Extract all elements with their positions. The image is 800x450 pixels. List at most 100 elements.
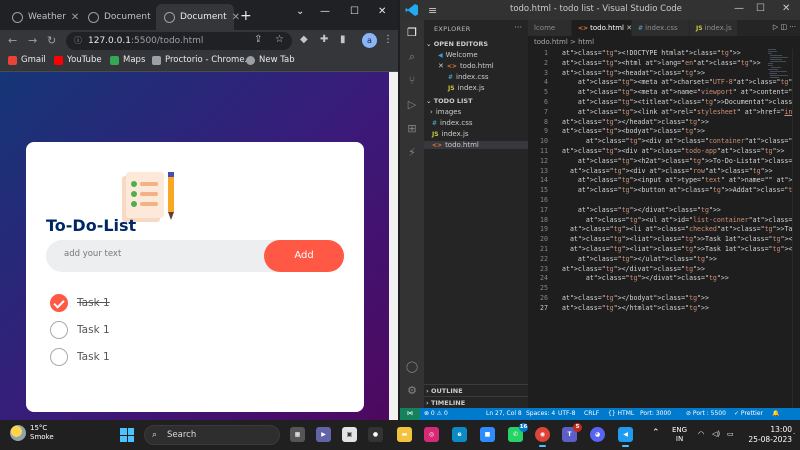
code-line[interactable]: 15 at">class="tg"><button at">class="tg"… [528,186,800,196]
bookmark-new-tab[interactable]: New Tab [246,55,295,65]
more-actions-icon[interactable]: ··· [514,23,522,32]
live-share-icon[interactable]: ⚡ [405,146,419,160]
tab-welcome[interactable]: lcome [528,20,572,36]
close-button[interactable]: ✕ [782,3,790,14]
store-icon[interactable]: ▣ [342,427,357,442]
prettier-status[interactable]: ✓ Prettier [734,410,763,417]
bookmark-proctorio[interactable]: Proctorio - Chrome... [152,55,253,65]
open-editor-todo-html[interactable]: ✕ <> todo.html [438,62,494,70]
task-item-checked[interactable]: Task 1 [50,293,110,313]
code-line[interactable]: 6 at">class="tg"><titleat">class="tg">>D… [528,98,800,108]
info-icon[interactable]: ⓘ [74,32,82,50]
code-editor[interactable]: 1 at">class="tg"><!DOCTYPE htmlat">class=… [528,49,800,314]
bookmark-star-icon[interactable]: ☆ [275,34,284,45]
back-icon[interactable]: ← [8,34,17,47]
code-line[interactable]: 9 at">class="tg"><bodyat">class="tg">> [528,127,800,137]
eol-status[interactable]: CRLF [584,410,599,417]
task-item[interactable]: Task 1 [50,320,110,340]
zoom-icon[interactable]: ■ [480,427,495,442]
extension-icon[interactable]: ◆ [300,34,308,45]
code-line[interactable]: 1 at">class="tg"><!DOCTYPE htmlat">class=… [528,49,800,59]
teams-icon[interactable]: T5 [562,423,582,442]
bookmark-gmail[interactable]: Gmail [8,55,46,65]
code-line[interactable]: 20 at">class="tg"><liat">class="tg">>Tas… [528,235,800,245]
tab-search-button[interactable]: ⌄ [296,6,304,17]
file-todo-html[interactable]: <> todo.html [424,141,528,149]
code-line[interactable]: 5 at">class="tg"><meta at">name="viewpor… [528,88,800,98]
source-control-icon[interactable]: ⑂ [405,74,419,88]
discord-icon[interactable]: ◕ [590,427,605,442]
minimap[interactable] [768,49,788,89]
instagram-icon[interactable]: ◎ [424,427,439,442]
encoding-status[interactable]: UTF-8 [558,410,576,417]
taskbar-search[interactable]: ⌕ Search [144,425,280,445]
bookmark-maps[interactable]: Maps [110,55,145,65]
tab-weather[interactable]: Weather ✕ [4,4,80,30]
code-line[interactable]: 12 at">class="tg"><h2at">class="tg">>To-… [528,157,800,167]
cursor-position[interactable]: Ln 27, Col 8 [486,410,522,417]
code-line[interactable]: 22 at">class="tg"></ulat">class="tg">> [528,255,800,265]
chrome-icon[interactable]: ◉ [535,427,550,447]
tab-document-active[interactable]: Document ✕ [156,4,240,30]
extensions-icon[interactable]: ⊞ [405,122,419,136]
code-line[interactable]: 10 at">class="tg"><div at">class="contai… [528,137,800,147]
open-editors-section[interactable]: ⌄ OPEN EDITORS [426,40,488,48]
editor-actions-icon[interactable]: ▷ ◫ ··· [773,23,796,31]
port-3000-status[interactable]: Port: 3000 [640,410,671,417]
wifi-icon[interactable]: ◠ [698,430,704,439]
settings-gear-icon[interactable]: ⚙ [405,384,419,398]
indentation-status[interactable]: Spaces: 4 [526,410,555,417]
battery-icon[interactable]: ▭ [727,430,734,439]
search-icon[interactable]: ⌕ [405,50,419,64]
problems-status[interactable]: ⊗ 0 ⚠ 0 [424,410,448,417]
code-line[interactable]: 23 at">class="tg"></divat">class="tg">> [528,265,800,275]
file-explorer-icon[interactable]: ▬ [397,427,412,442]
open-editor-index-js[interactable]: JS index.js [448,84,485,92]
puzzle-icon[interactable]: ✚ [320,34,328,45]
new-tab-button[interactable]: + [240,8,252,24]
menu-icon[interactable]: ⋮ [383,34,393,45]
language-mode[interactable]: {} HTML [608,410,634,417]
hamburger-menu-icon[interactable]: ≡ [428,4,437,17]
code-line[interactable]: 27 at">class="tg"></htmlat">class="tg">> [528,304,800,314]
code-line[interactable]: 24 at">class="tg"></divat">class="tg">> [528,274,800,284]
code-line[interactable]: 17 at">class="tg"></divat">class="tg">> [528,206,800,216]
close-button[interactable]: ✕ [378,6,386,17]
open-editor-welcome[interactable]: ◀ Welcome [438,51,478,59]
file-index-css[interactable]: # index.css [432,119,473,127]
reload-icon[interactable]: ↻ [47,34,56,47]
code-line[interactable]: 21 at">class="tg"><liat">class="tg">>Tas… [528,245,800,255]
code-line[interactable]: 26 at">class="tg"></bodyat">class="tg">> [528,294,800,304]
profile-avatar[interactable]: a [362,33,377,48]
code-line[interactable]: 8 at">class="tg"></headat">class="tg">> [528,118,800,128]
folder-images[interactable]: › images [430,108,461,116]
volume-icon[interactable]: ◁) [712,430,720,439]
whatsapp-icon[interactable]: ✆ 16 [508,423,528,442]
start-button[interactable] [120,428,134,442]
code-line[interactable]: 18 at">class="tg"><ul at">id="list-conta… [528,216,800,226]
add-button[interactable]: Add [264,240,344,272]
tab-todo-html[interactable]: <> todo.html ✕ [572,20,632,36]
code-line[interactable]: 11 at">class="tg"><div at">class="todo-ap… [528,147,800,157]
outline-section[interactable]: › OUTLINE [424,384,528,396]
timeline-section[interactable]: › TIMELINE [424,396,528,408]
side-panel-icon[interactable]: ▮ [340,34,346,45]
file-index-js[interactable]: JS index.js [432,130,469,138]
vscode-icon[interactable]: ◀ [618,427,633,447]
forward-icon[interactable]: → [28,34,37,47]
bookmark-youtube[interactable]: YouTube [54,55,102,65]
language-indicator[interactable]: ENG IN [672,426,687,444]
edge-icon[interactable]: e [452,427,467,442]
minimize-button[interactable]: — [734,3,744,14]
task-item[interactable]: Task 1 [50,347,110,367]
close-icon[interactable]: ✕ [232,12,240,23]
code-line[interactable]: 16 [528,196,800,206]
notification-bell-icon[interactable]: · [793,430,795,439]
maximize-button[interactable]: ☐ [350,6,359,17]
dell-icon[interactable]: ● [368,427,383,442]
code-line[interactable]: 3 at">class="tg"><headat">class="tg">> [528,69,800,79]
tab-index-js[interactable]: JS index.js [690,20,738,36]
page-scrollbar[interactable] [389,72,398,420]
share-icon[interactable]: ⇪ [254,34,262,45]
live-server-port[interactable]: ⊘ Port : 5500 [686,410,726,417]
